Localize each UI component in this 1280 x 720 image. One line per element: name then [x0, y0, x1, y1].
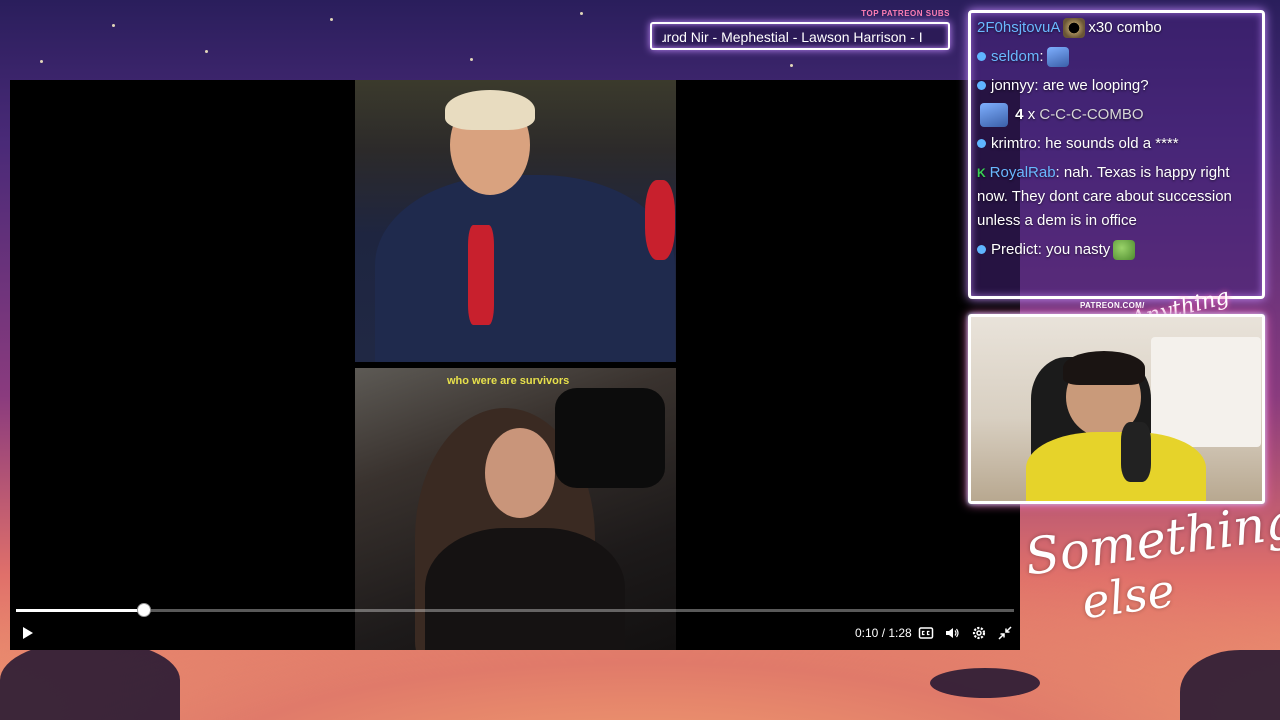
chat-message: krimtro: he sounds old a **** — [977, 132, 1256, 156]
chat-text: you nasty — [1046, 241, 1111, 259]
dresser — [1151, 337, 1261, 447]
chat-text: he sounds old a **** — [1045, 135, 1179, 153]
figure-suit — [375, 175, 675, 362]
palm-silhouette — [1180, 650, 1280, 720]
kick-badge-icon: K — [977, 166, 986, 181]
star-decoration — [40, 60, 43, 63]
captions-button[interactable] — [918, 625, 934, 641]
captions-icon — [918, 627, 934, 639]
figure-face — [485, 428, 555, 518]
chat-message: Predict: you nasty — [977, 238, 1256, 262]
settings-button[interactable] — [971, 625, 987, 641]
camera-equipment — [555, 388, 665, 488]
chat-message: seldom: — [977, 45, 1256, 69]
time-display: 0:10 / 1:28 — [855, 626, 912, 640]
top-patreon-subs-label: TOP PATREON SUBS — [861, 9, 950, 18]
gear-icon — [972, 626, 986, 640]
blue-character-emote-icon — [1046, 47, 1069, 68]
star-decoration — [112, 24, 115, 27]
palm-silhouette — [930, 668, 1040, 698]
red-hat — [645, 180, 675, 260]
combo-x: x — [1027, 106, 1036, 123]
pepe-emote-icon — [1113, 240, 1136, 261]
chat-badge-icon — [977, 51, 986, 61]
webcam-feed — [968, 314, 1265, 504]
chat-username[interactable]: krimtro — [991, 135, 1037, 152]
chat-message: 2F0hsjtovuA x30 combo — [977, 16, 1256, 40]
black-hole-emote-icon — [1063, 18, 1086, 39]
volume-icon — [946, 628, 959, 638]
chat-message: jonnyy: are we looping? — [977, 74, 1256, 98]
something-else-brand: Something else — [1022, 491, 1280, 635]
video-frame-bottom: who were are survivors — [355, 368, 676, 650]
chat-badge-icon — [977, 80, 986, 90]
chat-combo-counter: 4 x C-C-C-COMBO — [977, 103, 1256, 128]
play-button[interactable] — [20, 625, 36, 641]
chat-text: x30 combo — [1088, 19, 1162, 36]
star-decoration — [330, 18, 333, 21]
video-frame-top — [355, 80, 676, 362]
yellow-shirt — [1026, 432, 1206, 501]
progress-bar[interactable] — [16, 603, 1014, 617]
combo-count: 4 — [1015, 106, 1024, 123]
volume-button[interactable] — [944, 625, 960, 641]
chat-text: are we looping? — [1042, 77, 1149, 94]
palm-silhouette — [0, 640, 180, 720]
video-player[interactable]: who were are survivors 0:10 / 1:28 — [10, 80, 1020, 650]
video-caption: who were are survivors — [447, 375, 570, 387]
figure-body — [425, 528, 625, 650]
chat-separator: : — [1039, 48, 1044, 65]
star-decoration — [790, 64, 793, 67]
chat-badge-icon — [977, 244, 986, 254]
patreon-ticker-text: ɹrod Nir - Mephestial - Lawson Harrison … — [662, 29, 923, 45]
star-decoration — [580, 12, 583, 15]
chat-username[interactable]: jonnyy — [991, 77, 1034, 94]
star-decoration — [205, 50, 208, 53]
chat-username[interactable]: seldom — [991, 48, 1039, 65]
combo-text: C-C-C-COMBO — [1039, 106, 1144, 123]
chat-username[interactable]: Predict — [991, 241, 1038, 258]
streamer-hair — [1063, 351, 1145, 385]
microphone — [1121, 422, 1151, 482]
chat-username[interactable]: 2F0hsjtovuA — [977, 19, 1060, 36]
chat-panel: 2F0hsjtovuA x30 combo seldom: jonnyy: are… — [968, 10, 1265, 299]
star-decoration — [470, 58, 473, 61]
progress-thumb[interactable] — [136, 603, 151, 617]
blue-character-emote-icon — [980, 103, 1008, 128]
progress-fill — [16, 609, 144, 612]
exit-fullscreen-icon — [998, 626, 1012, 640]
play-icon — [23, 627, 33, 639]
figure-hair — [445, 90, 535, 130]
exit-fullscreen-button[interactable] — [997, 625, 1013, 641]
chat-username[interactable]: RoyalRab — [990, 164, 1056, 181]
chat-badge-icon — [977, 138, 986, 148]
figure-tie — [468, 225, 494, 325]
patreon-ticker: ɹrod Nir - Mephestial - Lawson Harrison … — [650, 22, 950, 50]
chat-message: K RoyalRab: nah. Texas is happy right now… — [977, 161, 1256, 233]
